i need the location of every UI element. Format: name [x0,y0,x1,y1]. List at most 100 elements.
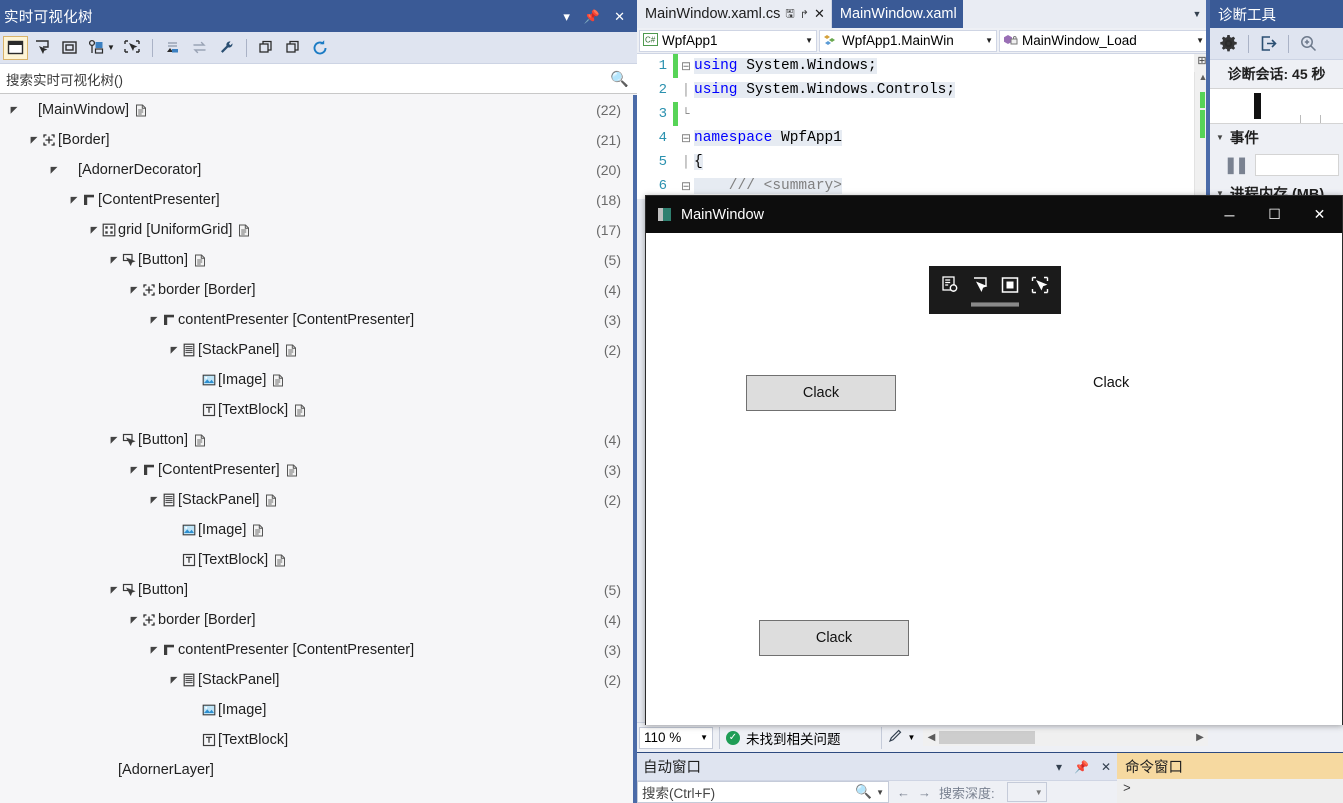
chevron-down-icon[interactable]: ▼ [107,43,115,52]
tree-row[interactable]: [TextBlock] [0,545,633,575]
collapse-region-icon[interactable]: ⊟ [678,131,694,146]
scrollbar-thumb[interactable] [939,731,1036,744]
show-in-source-icon[interactable] [194,254,206,267]
chevron-down-icon[interactable]: ▼ [1196,36,1204,45]
autos-search-input[interactable]: 搜索(Ctrl+F) 🔍 ▼ [637,781,889,803]
code-line[interactable]: 4 ⊟ namespace WpfApp1 [637,126,1210,150]
pin-icon[interactable]: 📌 [584,10,600,23]
go-to-live-visual-tree-icon[interactable] [939,274,961,296]
expander-icon[interactable]: ◢ [128,615,140,626]
show-in-source-icon[interactable] [272,374,284,387]
chevron-down-icon[interactable]: ▼ [876,788,884,797]
track-focused-element-icon[interactable] [84,36,109,60]
navbar-member-dropdown[interactable]: MainWindow_Load ▼ [999,29,1208,52]
preview-selection-icon[interactable] [57,36,82,60]
tree-row[interactable]: [Image] [0,365,633,395]
chevron-down-icon[interactable]: ▾ [1056,760,1062,774]
expander-icon[interactable]: ◢ [168,675,180,686]
expander-icon[interactable]: ◢ [28,135,40,146]
tree-row[interactable]: ◢ [Button] (4) [0,425,633,455]
expander-icon[interactable]: ◢ [108,585,120,596]
show-in-xaml-source-icon[interactable] [120,36,145,60]
show-in-source-icon[interactable] [265,494,277,507]
diagnostic-section-events[interactable]: ▼ 事件 [1210,124,1343,150]
tree-row[interactable]: ◢ [AdornerDecorator] (20) [0,155,633,185]
pin-icon[interactable]: ↱ [800,8,809,21]
chevron-down-icon[interactable]: ▼ [805,36,813,45]
maximize-button[interactable]: ☐ [1252,196,1297,233]
magnifier-icon[interactable]: 🔍 [855,784,872,800]
tree-row[interactable]: [Image] [0,695,633,725]
expander-icon[interactable]: ◢ [128,465,140,476]
swap-views-icon[interactable] [187,36,212,60]
collapse-region-icon[interactable]: ⊟ [678,59,694,74]
chevron-down-icon[interactable]: ▼ [700,733,708,742]
tree-row[interactable]: ◢ [Button] (5) [0,245,633,275]
tree-row[interactable]: ◢ [Border] (21) [0,125,633,155]
code-line[interactable]: 1 ⊟ using System.Windows; [637,54,1210,78]
show-in-source-icon[interactable] [252,524,264,537]
autos-search-depth-dropdown[interactable]: ▼ [1006,782,1047,802]
show-in-source-icon[interactable] [274,554,286,567]
select-element-in-app-icon[interactable] [3,35,28,60]
tree-row[interactable]: [Image] [0,515,633,545]
code-line[interactable]: 3 └ [637,102,1210,126]
tree-row[interactable]: ◢ [MainWindow] (22) [0,95,633,125]
tree-row[interactable]: ◢ [ContentPresenter] (3) [0,455,633,485]
collapse-region-icon[interactable]: ⊟ [678,179,694,194]
command-window-prompt[interactable]: > [1117,779,1343,803]
tree-row[interactable]: ◢ border [Border] (4) [0,605,633,635]
tree-row[interactable]: ◢ [StackPanel] (2) [0,335,633,365]
track-focus-icon[interactable] [1029,274,1051,296]
visual-tree-list[interactable]: ◢ [MainWindow] (22) ◢ [Border] (21) ◢ [AdornerD… [0,95,633,803]
close-icon[interactable]: ✕ [1101,760,1111,774]
pin-icon[interactable]: 📌 [1074,760,1089,774]
tree-row[interactable]: ◢ [StackPanel] (2) [0,665,633,695]
editor-horizontal-scrollbar[interactable]: ◀ ▶ [923,729,1208,746]
chevron-down-icon[interactable]: ▼ [1216,133,1224,142]
expander-icon[interactable]: ◢ [48,165,60,176]
show-in-source-icon[interactable] [135,104,147,117]
show-in-source-icon[interactable] [286,464,298,477]
refresh-icon[interactable] [308,36,333,60]
pen-icon[interactable] [888,729,903,746]
expander-icon[interactable]: ◢ [88,225,100,236]
gear-icon[interactable] [1216,32,1241,56]
expander-icon[interactable]: ◢ [148,645,160,656]
expander-icon[interactable]: ◢ [148,315,160,326]
code-editor[interactable]: 1 ⊟ using System.Windows; 2 │ using System.Wi… [637,54,1210,199]
tree-row[interactable]: ◢ [StackPanel] (2) [0,485,633,515]
pause-icon[interactable]: ❚❚ [1224,155,1249,175]
tree-row[interactable]: ◢ contentPresenter [ContentPresenter] (3) [0,305,633,335]
tree-row[interactable]: ◢ [Button] (5) [0,575,633,605]
export-icon[interactable] [1256,32,1281,56]
expander-icon[interactable]: ◢ [108,255,120,266]
drag-grip[interactable] [971,302,1019,307]
tree-row[interactable]: ◢ border [Border] (4) [0,275,633,305]
code-line[interactable]: 5 │ { [637,150,1210,174]
arrow-left-icon[interactable]: ← [897,785,910,800]
search-input[interactable]: 搜索实时可视化树() 🔍 [0,64,637,94]
settings-wrench-icon[interactable] [214,36,239,60]
chevron-down-icon[interactable]: ▾ [563,10,570,23]
save-icon[interactable]: 🖫 [785,5,794,24]
close-button[interactable]: ✕ [1297,196,1342,233]
expand-children-icon[interactable] [281,36,306,60]
scroll-right-arrow-icon[interactable]: ▶ [1192,732,1208,743]
tree-row[interactable]: [TextBlock] [0,395,633,425]
expander-icon[interactable]: ◢ [8,105,20,116]
editor-tab[interactable]: MainWindow.xaml.cs 🖫 ↱ ✕ [637,0,832,28]
close-icon[interactable]: ✕ [614,10,625,23]
main-window-titlebar[interactable]: MainWindow ─ ☐ ✕ [646,196,1342,233]
expander-icon[interactable]: ◢ [108,435,120,446]
tree-row[interactable]: ◢ [ContentPresenter] (18) [0,185,633,215]
diagnostic-timeline-ruler[interactable] [1210,88,1343,124]
clack-button-3[interactable]: Clack [759,620,909,656]
expander-icon[interactable]: ◢ [148,495,160,506]
scroll-left-arrow-icon[interactable]: ◀ [923,732,939,743]
chevron-down-icon[interactable]: ▼ [985,36,993,45]
collapse-children-icon[interactable] [254,36,279,60]
tree-row[interactable]: ◢ grid [UniformGrid] (17) [0,215,633,245]
minimize-button[interactable]: ─ [1207,196,1252,233]
display-layout-adorner-icon[interactable] [999,274,1021,296]
